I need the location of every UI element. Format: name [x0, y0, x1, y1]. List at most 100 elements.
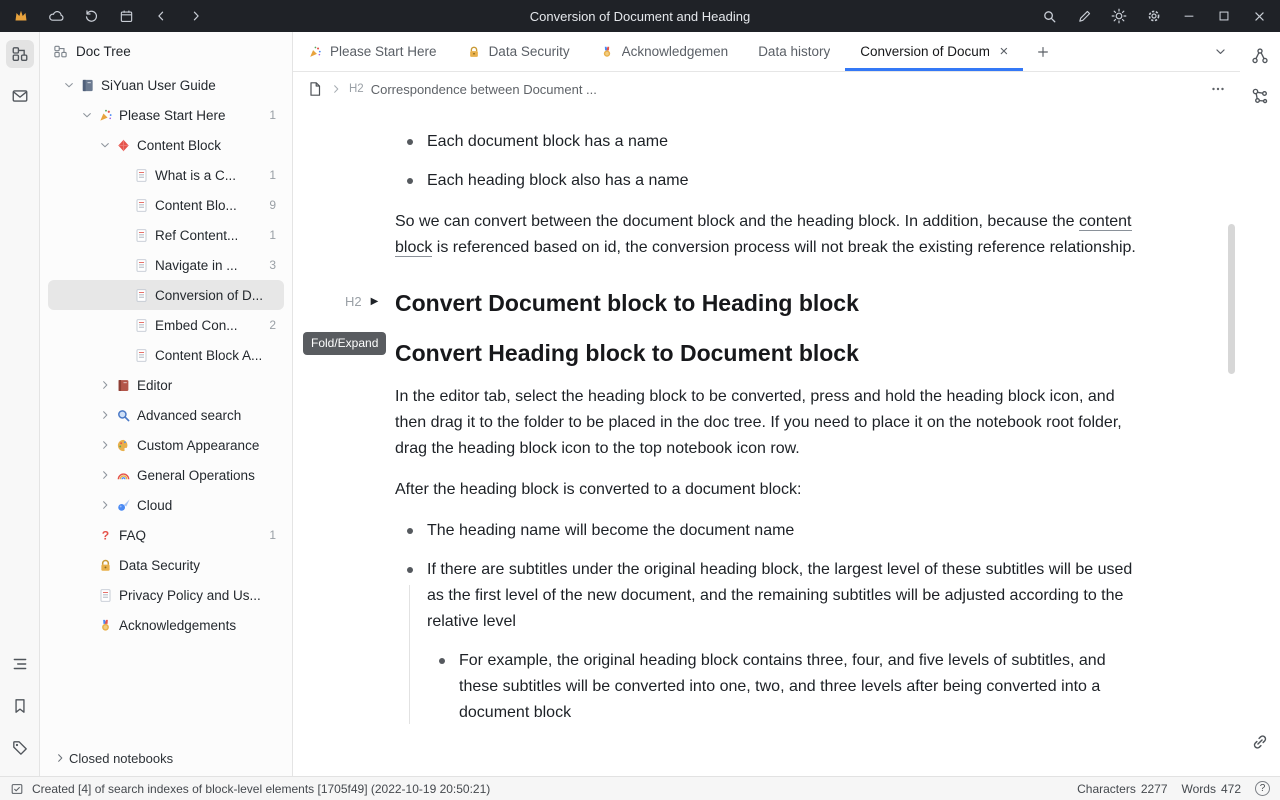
words-value: 472 [1221, 782, 1241, 796]
closed-notebooks-label: Closed notebooks [69, 751, 173, 766]
document-icon [132, 228, 150, 243]
title-bar: Conversion of Document and Heading [0, 0, 1280, 32]
log-icon[interactable] [10, 782, 24, 796]
document-icon [96, 588, 114, 603]
tree-item-label: What is a C... [155, 168, 263, 183]
tree-item-content-block-types[interactable]: Content Blo... 9 [48, 190, 284, 220]
tab-close-icon[interactable]: × [999, 43, 1008, 60]
tree-item-editor[interactable]: Editor [48, 370, 284, 400]
tree-item-siyuan-user-guide[interactable]: SiYuan User Guide [48, 70, 284, 100]
tree-item-cloud[interactable]: Cloud [48, 490, 284, 520]
close-icon[interactable] [1250, 7, 1268, 25]
chevron-right-icon[interactable] [96, 469, 114, 481]
tree-item-navigate-in-content-blocks[interactable]: Navigate in ... 3 [48, 250, 284, 280]
heading-text[interactable]: Convert Heading block to Document block [395, 337, 1137, 369]
status-message: Created [4] of search indexes of block-l… [32, 782, 490, 796]
forward-icon[interactable] [187, 7, 205, 25]
tree-item-label: FAQ [119, 528, 263, 543]
tree-item-label: Content Block [137, 138, 270, 153]
document-icon[interactable] [307, 81, 323, 97]
cloud-icon[interactable] [47, 7, 65, 25]
list-item[interactable]: Each heading block also has a name [395, 168, 1137, 194]
tree-item-label: Advanced search [137, 408, 270, 423]
bookmark-icon[interactable] [6, 692, 34, 720]
status-bar: Created [4] of search indexes of block-l… [0, 776, 1280, 800]
tab-label: Data Security [489, 44, 570, 59]
tag-icon[interactable] [6, 734, 34, 762]
tree-item-conversion-of-document[interactable]: Conversion of D... [48, 280, 284, 310]
chevron-right-icon[interactable] [96, 379, 114, 391]
tab-please-start-here[interactable]: Please Start Here [293, 32, 452, 71]
breadcrumb-title[interactable]: Correspondence between Document ... [371, 82, 597, 97]
minimize-icon[interactable] [1180, 7, 1198, 25]
heading-level-tag: H2 [349, 83, 364, 95]
tree-item-acknowledgements[interactable]: Acknowledgements [48, 610, 284, 640]
editor-scrollbar[interactable] [1228, 224, 1235, 374]
tree-item-custom-appearance[interactable]: Custom Appearance [48, 430, 284, 460]
tree-item-data-security[interactable]: Data Security [48, 550, 284, 580]
chevron-right-icon[interactable] [96, 439, 114, 451]
tree-item-label: Navigate in ... [155, 258, 263, 273]
siyuan-logo-icon[interactable] [12, 7, 30, 25]
theme-icon[interactable] [1110, 7, 1128, 25]
list-item[interactable]: For example, the original heading block … [427, 648, 1137, 726]
tab-data-history[interactable]: Data history [743, 32, 845, 71]
list-item[interactable]: If there are subtitles under the origina… [395, 557, 1137, 726]
help-icon[interactable]: ? [1255, 781, 1270, 796]
lock-icon [467, 45, 481, 59]
tab-acknowledgements[interactable]: Acknowledgemen [585, 32, 744, 71]
tab-data-security[interactable]: Data Security [452, 32, 585, 71]
back-icon[interactable] [152, 7, 170, 25]
tree-item-privacy-policy[interactable]: Privacy Policy and Us... [48, 580, 284, 610]
tree-item-embed-content-block[interactable]: Embed Con... 2 [48, 310, 284, 340]
outline-icon[interactable] [6, 650, 34, 678]
more-icon[interactable] [1210, 81, 1226, 97]
heading-gutter[interactable]: H2 ▶ [345, 294, 378, 309]
search-icon[interactable] [1040, 7, 1058, 25]
tree-item-content-block[interactable]: Content Block [48, 130, 284, 160]
paragraph[interactable]: After the heading block is converted to … [395, 477, 1137, 503]
maximize-icon[interactable] [1215, 7, 1233, 25]
document-icon [132, 348, 150, 363]
inbox-icon[interactable] [6, 82, 34, 110]
fold-arrow-icon[interactable]: ▶ [371, 296, 379, 307]
new-tab-button[interactable] [1023, 32, 1063, 71]
chevron-right-icon [330, 83, 342, 95]
global-graph-icon[interactable] [1246, 82, 1274, 110]
bullet-list: Each document block has a name Each head… [395, 129, 1137, 194]
tree-item-badge: 9 [269, 198, 276, 212]
settings-icon[interactable] [1145, 7, 1163, 25]
chevron-down-icon[interactable] [60, 79, 78, 91]
graph-icon[interactable] [1246, 42, 1274, 70]
edit-icon[interactable] [1075, 7, 1093, 25]
notebook-icon [78, 78, 96, 93]
closed-notebooks-toggle[interactable]: Closed notebooks [40, 740, 292, 776]
tree-item-ref-content-block[interactable]: Ref Content... 1 [48, 220, 284, 250]
editor[interactable]: Each document block has a name Each head… [293, 106, 1240, 776]
history-icon[interactable] [82, 7, 100, 25]
tree-item-advanced-search[interactable]: Advanced search [48, 400, 284, 430]
tree-item-general-operations[interactable]: General Operations [48, 460, 284, 490]
tree-item-content-block-attributes[interactable]: Content Block A... [48, 340, 284, 370]
tab-conversion-of-document[interactable]: Conversion of Docum × [845, 32, 1023, 71]
calendar-icon[interactable] [117, 7, 135, 25]
backlink-icon[interactable] [1246, 728, 1274, 756]
list-item[interactable]: Each document block has a name [395, 129, 1137, 155]
paragraph[interactable]: In the editor tab, select the heading bl… [395, 384, 1137, 462]
list-item[interactable]: The heading name will become the documen… [395, 518, 1137, 544]
tree-item-what-is-a-content-block[interactable]: What is a C... 1 [48, 160, 284, 190]
chevron-right-icon[interactable] [96, 409, 114, 421]
doc-tree-icon[interactable] [6, 40, 34, 68]
paragraph[interactable]: So we can convert between the document b… [395, 209, 1137, 261]
tab-list-button[interactable] [1200, 32, 1240, 71]
tree-item-faq[interactable]: FAQ 1 [48, 520, 284, 550]
heading-block[interactable]: H2 ▶ Fold/Expand Convert Document block … [395, 287, 1137, 319]
chevron-down-icon[interactable] [96, 139, 114, 151]
chevron-right-icon [54, 752, 66, 764]
chevron-right-icon[interactable] [96, 499, 114, 511]
chevron-down-icon[interactable] [78, 109, 96, 121]
tree-item-please-start-here[interactable]: Please Start Here 1 [48, 100, 284, 130]
titlebar-right-group [1040, 7, 1268, 25]
heading-text[interactable]: Convert Document block to Heading block [395, 287, 1137, 319]
heading-block[interactable]: Convert Heading block to Document block [395, 337, 1137, 369]
